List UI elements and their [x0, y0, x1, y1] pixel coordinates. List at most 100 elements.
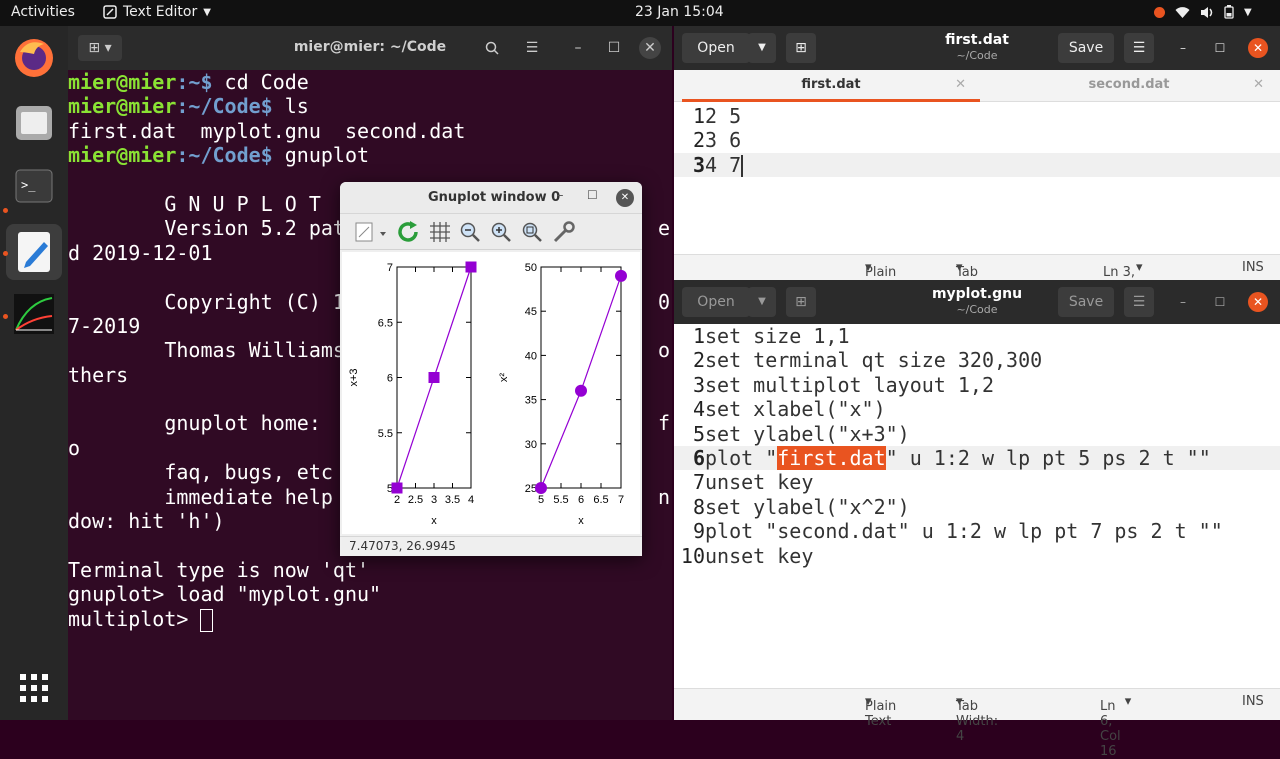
code-text: plot "second.dat" u 1:2 w lp pt 7 ps 2 t…	[705, 519, 1223, 544]
export-icon[interactable]	[354, 220, 390, 244]
output-text: thers	[68, 362, 129, 387]
maximize-button[interactable]: ☐	[1211, 293, 1229, 311]
close-button[interactable]: ✕	[1248, 38, 1268, 58]
cursor-position[interactable]: Ln 3, Col 4 ▾	[1103, 260, 1143, 295]
gnuplot-icon[interactable]	[12, 292, 56, 336]
replot-icon[interactable]	[396, 220, 420, 244]
x-tick-label: 5	[538, 494, 544, 506]
data-point	[535, 482, 547, 494]
status-bar: Plain Text ▾ Tab Width: 4 ▾ Ln 3, Col 4 …	[674, 254, 1280, 310]
editor-header: Open ▼ ⊞ myplot.gnu ~/Code Save ☰ – ☐ ✕	[674, 280, 1280, 324]
line-number: 5	[692, 421, 705, 446]
x-tick-label: 7	[618, 494, 624, 506]
y-tick-label: 35	[525, 395, 537, 407]
close-button[interactable]: ✕	[616, 189, 634, 207]
maximize-button[interactable]: ☐	[587, 188, 598, 202]
code-line: 34 7	[674, 152, 1280, 178]
data-point	[391, 482, 403, 494]
grid-icon[interactable]	[428, 220, 452, 244]
code-line: 5set ylabel("x+3")	[674, 422, 1280, 446]
insert-mode: INS	[1242, 260, 1264, 275]
tab-second-dat[interactable]: second.dat ✕	[980, 70, 1278, 102]
x-tick-label: 6	[578, 494, 584, 506]
minimize-button[interactable]: –	[1174, 293, 1192, 311]
output-text: o	[68, 435, 81, 460]
chevron-down-icon: ▼	[1244, 6, 1252, 18]
code-line: 2set terminal qt size 320,300	[674, 348, 1280, 372]
terminal-line: multiplot>	[68, 606, 672, 632]
insert-mode: INS	[1242, 694, 1264, 709]
x-axis-label: x	[578, 515, 584, 527]
code-text: set multiplot layout 1,2	[705, 372, 994, 397]
language-selector[interactable]: Plain Text ▾	[865, 694, 896, 729]
system-tray[interactable]: ▼	[1154, 5, 1252, 19]
editor-text-area[interactable]: 12 5 23 6 34 7	[674, 102, 1280, 178]
minimize-button[interactable]: –	[1174, 39, 1192, 57]
output-text: gnuplot> load "myplot.gnu"	[68, 582, 382, 607]
maximize-button[interactable]: ☐	[601, 35, 627, 61]
code-line: 4set xlabel("x")	[674, 397, 1280, 421]
text-editor-icon	[103, 5, 117, 19]
data-point	[465, 261, 477, 273]
firefox-icon[interactable]	[12, 36, 56, 80]
menu-button[interactable]: ☰	[1124, 33, 1154, 63]
close-button[interactable]: ✕	[639, 37, 661, 59]
search-button[interactable]	[479, 35, 505, 61]
terminal-line: mier@mier:~$ cd Code	[68, 70, 672, 94]
y-tick-label: 50	[525, 262, 537, 274]
code-line: 9plot "second.dat" u 1:2 w lp pt 7 ps 2 …	[674, 519, 1280, 543]
x-tick-label: 5.5	[553, 494, 568, 506]
prompt-user: mier@mier	[68, 143, 177, 168]
status-bar: Plain Text ▾ Tab Width: 4 ▾ Ln 6, Col 16…	[674, 688, 1280, 759]
editor-header: Open ▼ ⊞ first.dat ~/Code Save ☰ – ☐ ✕	[674, 26, 1280, 70]
editor-text-area[interactable]: 1set size 1,1 2set terminal qt size 320,3…	[674, 324, 1280, 568]
tab-width-selector[interactable]: Tab Width: 4 ▾	[956, 694, 998, 744]
text-editor-icon[interactable]	[6, 224, 62, 280]
minimize-button[interactable]: –	[565, 35, 591, 61]
close-tab-icon[interactable]: ✕	[1253, 70, 1264, 100]
line-number: 10	[680, 543, 705, 568]
files-icon[interactable]	[12, 100, 56, 144]
battery-icon	[1224, 5, 1234, 19]
code-line: 7unset key	[674, 470, 1280, 494]
running-indicator	[3, 208, 8, 213]
running-indicator	[3, 251, 8, 256]
menu-button[interactable]: ☰	[1124, 287, 1154, 317]
code-line: 6plot "first.dat" u 1:2 w lp pt 5 ps 2 t…	[674, 445, 1280, 471]
x-axis-label: x	[431, 515, 437, 527]
close-button[interactable]: ✕	[1248, 292, 1268, 312]
line-number: 7	[692, 470, 705, 495]
tab-first-dat[interactable]: first.dat ✕	[682, 70, 980, 102]
save-button[interactable]: Save	[1058, 33, 1114, 63]
gnuplot-status: 7.47073, 26.9945	[340, 536, 642, 556]
zoom-back-icon[interactable]	[458, 220, 482, 244]
language-selector[interactable]: Plain Text ▾	[865, 260, 896, 295]
show-applications-icon[interactable]	[12, 666, 56, 710]
settings-icon[interactable]	[552, 220, 576, 244]
tab-width-selector[interactable]: Tab Width: 4 ▾	[956, 260, 998, 310]
minimize-button[interactable]: –	[557, 188, 564, 203]
editor-window-myplot: Open ▼ ⊞ myplot.gnu ~/Code Save ☰ – ☐ ✕ …	[674, 280, 1280, 759]
y-tick-label: 5.5	[378, 428, 393, 440]
code-line: 10unset key	[674, 544, 1280, 568]
svg-text:>_: >_	[21, 178, 36, 192]
line-number: 6	[692, 445, 705, 470]
activities-button[interactable]: Activities	[11, 4, 75, 20]
maximize-button[interactable]: ☐	[1211, 39, 1229, 57]
output-text: multiplot>	[68, 606, 201, 631]
zoom-forward-icon[interactable]	[489, 220, 513, 244]
terminal-icon[interactable]: >_	[12, 164, 56, 208]
code-text: set terminal qt size 320,300	[705, 348, 1043, 373]
code-text: 2 5	[705, 104, 742, 128]
code-text: 4 7	[705, 152, 742, 177]
app-menu[interactable]: Text Editor ▼	[103, 4, 211, 20]
cursor-position[interactable]: Ln 6, Col 16 ▾	[1100, 694, 1131, 759]
autoscale-icon[interactable]	[520, 220, 544, 244]
plot-area[interactable]: 5 5.5 6 6.5 7 2 2.5 3 3.5 4 x x+3 25 30 35 40 45 50 5 5.5 6 6…	[342, 252, 640, 534]
line-number: 3	[692, 152, 705, 177]
menu-button[interactable]: ☰	[519, 35, 545, 61]
terminal-header: ⊞ ▾ mier@mier: ~/Code ☰ – ☐ ✕	[68, 26, 672, 70]
close-tab-icon[interactable]: ✕	[955, 70, 966, 100]
save-button[interactable]: Save	[1058, 287, 1114, 317]
clock[interactable]: 23 Jan 15:04	[635, 4, 724, 20]
